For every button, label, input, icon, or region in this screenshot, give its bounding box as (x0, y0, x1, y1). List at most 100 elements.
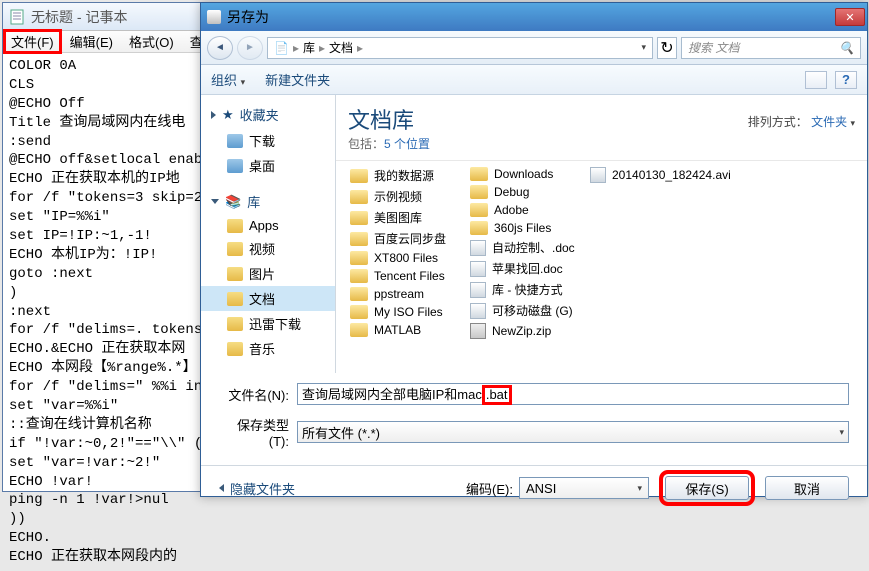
file-icon (590, 167, 606, 183)
file-item[interactable]: My ISO Files (346, 303, 466, 321)
folder-icon (350, 287, 368, 301)
file-item[interactable]: 我的数据源 (346, 165, 466, 186)
chevron-right-icon: ▸ (319, 41, 325, 55)
view-mode-button[interactable] (805, 71, 827, 89)
breadcrumb-item[interactable]: 文档 (329, 39, 353, 56)
filetype-label: 保存类型(T): (219, 415, 289, 449)
sidebar-group-favorites[interactable]: ★收藏夹 (201, 101, 335, 128)
folder-icon (227, 317, 243, 331)
help-button[interactable]: ? (835, 71, 857, 89)
file-item[interactable]: Downloads (466, 165, 586, 183)
file-item[interactable]: XT800 Files (346, 249, 466, 267)
zip-icon (470, 323, 486, 339)
library-subtitle: 包括：5 个位置 (348, 135, 855, 152)
menu-file[interactable]: 文件(F) (3, 29, 62, 54)
dialog-sidebar: ★收藏夹 下载 桌面 📚库 Apps 视频 图片 文档 迅雷下载 音乐 (201, 95, 336, 373)
folder-icon (350, 305, 368, 319)
file-item[interactable]: 苹果找回.doc (466, 258, 586, 279)
file-item[interactable]: 美图图库 (346, 207, 466, 228)
file-item[interactable]: 20140130_182424.avi (586, 165, 806, 185)
close-button[interactable]: ✕ (835, 8, 865, 26)
sidebar-item-pictures[interactable]: 图片 (201, 261, 335, 286)
file-item[interactable]: 自动控制、.doc (466, 237, 586, 258)
file-item[interactable]: 示例视频 (346, 186, 466, 207)
save-button[interactable]: 保存(S) (665, 476, 749, 500)
sidebar-item-downloads[interactable]: 下载 (201, 128, 335, 153)
sidebar-item-xunlei[interactable]: 迅雷下载 (201, 311, 335, 336)
encoding-select[interactable]: ANSI▾ (519, 477, 649, 499)
breadcrumb[interactable]: 📄 ▸ 库 ▸ 文档 ▸ ▾ (267, 37, 653, 59)
menu-format[interactable]: 格式(O) (121, 30, 182, 53)
file-label: 20140130_182424.avi (612, 168, 731, 182)
file-label: 库 - 快捷方式 (492, 281, 563, 298)
menu-edit[interactable]: 编辑(E) (62, 30, 121, 53)
file-item[interactable]: Debug (466, 183, 586, 201)
file-item[interactable]: ppstream (346, 285, 466, 303)
file-label: ppstream (374, 287, 424, 301)
file-label: 360js Files (494, 221, 551, 235)
nav-back-button[interactable]: ◄ (207, 36, 233, 60)
breadcrumb-dropdown[interactable]: ▾ (641, 42, 646, 53)
nav-forward-button[interactable]: ► (237, 36, 263, 60)
breadcrumb-item[interactable]: 库 (303, 39, 315, 56)
cancel-button[interactable]: 取消 (765, 476, 849, 500)
main-header: 文档库 包括：5 个位置 排列方式： 文件夹 ▾ (336, 95, 867, 161)
chevron-right-icon: ▸ (293, 41, 299, 55)
folder-icon (470, 185, 488, 199)
sidebar-item-videos[interactable]: 视频 (201, 236, 335, 261)
file-item[interactable]: NewZip.zip (466, 321, 586, 341)
star-icon: ★ (222, 107, 234, 123)
extension-highlight: .bat (482, 385, 512, 405)
folder-icon (227, 292, 243, 306)
organize-button[interactable]: 组织 ▾ (211, 70, 245, 89)
sidebar-item-music[interactable]: 音乐 (201, 336, 335, 361)
folder-icon (227, 242, 243, 256)
locations-link[interactable]: 5 个位置 (384, 137, 430, 151)
folder-icon (350, 269, 368, 283)
dialog-titlebar[interactable]: 另存为 ✕ (201, 3, 867, 31)
file-item[interactable]: MATLAB (346, 321, 466, 339)
refresh-button[interactable]: ↻ (657, 37, 677, 59)
new-folder-button[interactable]: 新建文件夹 (265, 70, 330, 89)
sidebar-group-libraries[interactable]: 📚库 (201, 188, 335, 215)
file-label: Adobe (494, 203, 529, 217)
file-item[interactable]: 百度云同步盘 (346, 228, 466, 249)
file-item[interactable]: Tencent Files (346, 267, 466, 285)
file-item[interactable]: Adobe (466, 201, 586, 219)
dialog-body: ★收藏夹 下载 桌面 📚库 Apps 视频 图片 文档 迅雷下载 音乐 文档库 … (201, 95, 867, 373)
filetype-select[interactable]: 所有文件 (*.*)▾ (297, 421, 849, 443)
disk-icon (207, 10, 221, 24)
sidebar-item-apps[interactable]: Apps (201, 215, 335, 236)
downloads-icon (227, 134, 243, 148)
file-label: 我的数据源 (374, 167, 434, 184)
filename-input[interactable]: 查询局域网内全部电脑IP和mac.bat (297, 383, 849, 405)
folder-icon (350, 232, 368, 246)
search-icon: 🔍 (839, 41, 854, 55)
sort-control[interactable]: 排列方式： 文件夹 ▾ (748, 113, 855, 130)
hide-folders-button[interactable]: 隐藏文件夹 (219, 479, 295, 498)
folder-icon (470, 221, 488, 235)
folder-icon (350, 211, 368, 225)
search-placeholder: 搜索 文档 (688, 39, 739, 56)
sidebar-item-desktop[interactable]: 桌面 (201, 153, 335, 178)
file-label: MATLAB (374, 323, 421, 337)
file-icon (470, 282, 486, 298)
file-list[interactable]: 我的数据源示例视频美图图库百度云同步盘XT800 Files Tencent Fi… (336, 161, 867, 373)
file-icon (470, 261, 486, 277)
search-input[interactable]: 搜索 文档 🔍 (681, 37, 861, 59)
file-label: Tencent Files (374, 269, 445, 283)
folder-icon: 📄 (274, 41, 289, 55)
dialog-title: 另存为 (227, 7, 269, 27)
notepad-title: 无标题 - 记事本 (31, 7, 127, 27)
file-item[interactable]: 360js Files (466, 219, 586, 237)
file-label: 美图图库 (374, 209, 422, 226)
file-label: 自动控制、.doc (492, 239, 575, 256)
file-item[interactable]: 库 - 快捷方式 (466, 279, 586, 300)
folder-icon (227, 267, 243, 281)
notepad-icon (9, 9, 25, 25)
file-item[interactable]: 可移动磁盘 (G) (466, 300, 586, 321)
save-as-dialog: 另存为 ✕ ◄ ► 📄 ▸ 库 ▸ 文档 ▸ ▾ ↻ 搜索 文档 🔍 组织 ▾ … (200, 2, 868, 497)
chevron-right-icon: ▸ (357, 41, 363, 55)
sidebar-item-documents[interactable]: 文档 (201, 286, 335, 311)
dialog-toolbar: 组织 ▾ 新建文件夹 ? (201, 65, 867, 95)
